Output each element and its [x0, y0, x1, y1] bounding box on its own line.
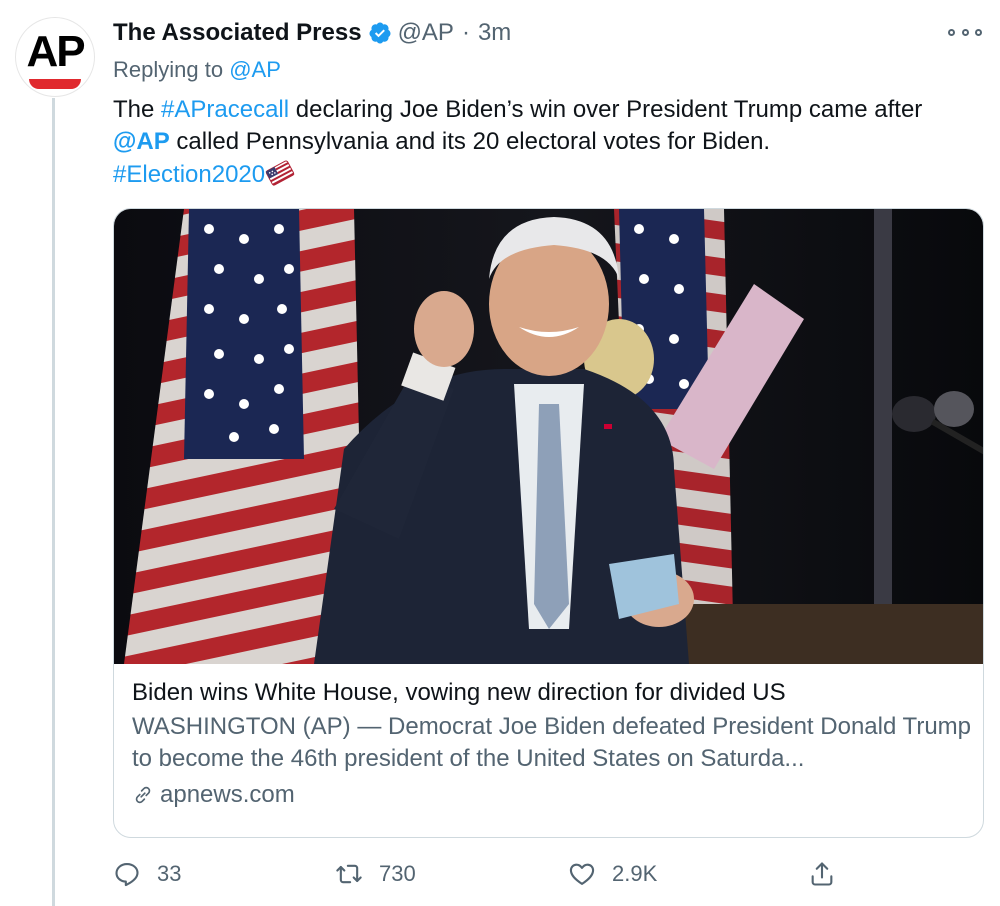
replying-to: Replying to @AP [113, 57, 281, 83]
heart-icon [569, 863, 595, 885]
timestamp[interactable]: 3m [478, 19, 511, 47]
avatar-red-bar [29, 79, 81, 89]
share-button[interactable] [808, 856, 852, 892]
separator-dot: · [461, 19, 470, 46]
avatar-logo-text: AP [26, 27, 85, 76]
tweet-text-part1: The [113, 96, 162, 123]
author-handle[interactable]: @AP [398, 19, 454, 47]
replying-prefix: Replying to [113, 57, 224, 82]
link-card[interactable]: Biden wins White House, vowing new direc… [113, 208, 984, 838]
tweet-text-part3: called Pennsylvania and its 20 electoral… [169, 128, 771, 155]
retweet-count: 730 [379, 861, 416, 886]
share-icon [811, 862, 833, 886]
reply-icon [115, 863, 139, 887]
author-name[interactable]: The Associated Press [113, 19, 362, 47]
replying-handle-link[interactable]: @AP [229, 57, 281, 82]
tweet-actions: 33 730 2.9K [113, 856, 983, 892]
tweet-text-part2: declaring Joe Biden’s win over President… [289, 96, 923, 123]
card-body[interactable]: Biden wins White House, vowing new direc… [132, 677, 972, 811]
hashtag-apracecall[interactable]: #APracecall [161, 96, 289, 123]
retweet-icon [336, 864, 362, 884]
card-domain-text: apnews.com [160, 781, 295, 808]
card-domain[interactable]: apnews.com [132, 779, 972, 811]
more-dot-1 [948, 28, 955, 36]
reply-button[interactable]: 33 [113, 856, 181, 892]
more-options-icon[interactable] [948, 20, 982, 44]
like-button[interactable]: 2.9K [568, 856, 657, 892]
more-dot-3 [975, 28, 982, 36]
mention-ap[interactable]: @AP [113, 128, 170, 155]
link-icon [135, 786, 151, 804]
hashtag-election2020[interactable]: #Election2020 [113, 161, 265, 188]
more-dot-2 [961, 28, 969, 36]
tweet-text: The #APracecall declaring Joe Biden’s wi… [113, 94, 973, 191]
ballot-box-emoji-icon [265, 160, 295, 186]
retweet-button[interactable]: 730 [335, 856, 416, 892]
reply-count: 33 [157, 861, 182, 886]
thread-line [52, 98, 55, 906]
like-count: 2.9K [612, 861, 658, 886]
card-image-candidate-photo[interactable] [114, 209, 984, 664]
tweet-header: The Associated Press @AP · 3m [113, 16, 511, 50]
avatar[interactable]: AP [15, 17, 95, 97]
card-description: WASHINGTON (AP) — Democrat Joe Biden def… [132, 713, 972, 772]
card-title[interactable]: Biden wins White House, vowing new direc… [132, 677, 972, 709]
verified-badge-icon [369, 22, 391, 44]
